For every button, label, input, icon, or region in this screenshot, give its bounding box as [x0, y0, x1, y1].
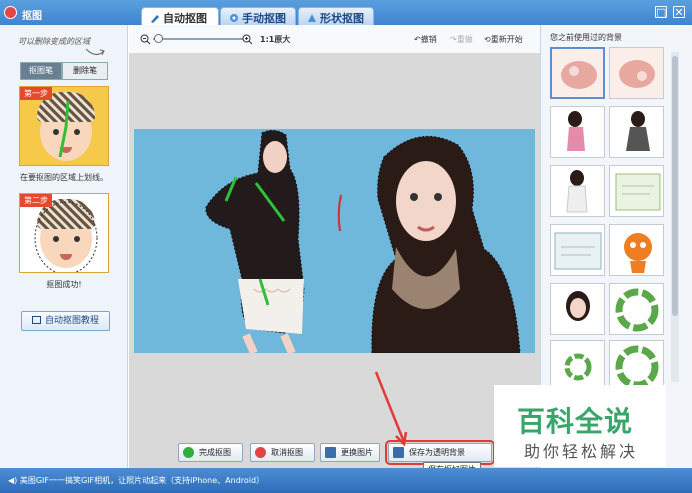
- bg-thumb-7[interactable]: [550, 224, 605, 276]
- step1-caption: 在要抠图的区域上划线。: [20, 173, 108, 182]
- zoom-slider-knob[interactable]: [154, 34, 163, 43]
- bg-thumb-8[interactable]: [609, 224, 664, 276]
- erase-mode-button[interactable]: 删除笔: [62, 62, 108, 80]
- finish-cutout-button[interactable]: 完成抠图: [178, 443, 243, 462]
- check-icon: [183, 447, 194, 458]
- zoom-in-icon[interactable]: [242, 34, 253, 47]
- bg-thumb-6[interactable]: [609, 165, 664, 217]
- restart-button[interactable]: ⟲重新开始: [484, 34, 523, 45]
- bg-thumb-1[interactable]: [550, 47, 605, 99]
- zoom-slider-track[interactable]: [153, 38, 243, 40]
- window-title: 抠图: [22, 11, 42, 22]
- photo-illustration: [205, 129, 521, 353]
- restore-button[interactable]: □: [655, 6, 667, 19]
- curved-arrow-icon: [85, 48, 105, 56]
- bg-thumb-2[interactable]: [609, 47, 664, 99]
- bg-thumb-9[interactable]: [550, 283, 605, 335]
- restart-icon: ⟲: [484, 35, 491, 44]
- step2-badge: 第二步: [20, 194, 52, 207]
- red-arrow-icon: [374, 371, 408, 447]
- undo-button[interactable]: ↶撤销: [414, 34, 437, 45]
- app-logo-icon: [4, 6, 17, 19]
- tutorial-button[interactable]: 自动抠图教程: [21, 311, 110, 331]
- bg-thumb-5[interactable]: [550, 165, 605, 217]
- shape-icon: [307, 13, 317, 23]
- cancel-icon: [255, 447, 266, 458]
- book-icon: [31, 316, 41, 324]
- redo-icon: ↷: [450, 35, 457, 44]
- image-icon: [325, 447, 336, 458]
- actual-size-button[interactable]: 1:1原大: [260, 34, 290, 45]
- step2-image: 第二步: [19, 193, 109, 273]
- bg-thumb-10[interactable]: [609, 283, 664, 335]
- status-bar: ◀) 美图GIF一一搞笑GIF相机，让照片动起来（支持iPhone、Androi…: [0, 468, 692, 493]
- left-panel: 可以删除变成的区域 抠图笔 删除笔 第一步 在要抠图的区域上划线。 第二步 抠图…: [0, 25, 128, 468]
- step1-image: 第一步: [19, 86, 109, 166]
- hint-text: 可以删除变成的区域: [18, 37, 90, 46]
- bg-thumb-3[interactable]: [550, 106, 605, 158]
- watermark-title: 百科全说: [517, 405, 634, 438]
- step1-badge: 第一步: [20, 87, 52, 100]
- bg-thumb-4[interactable]: [609, 106, 664, 158]
- watermark-subtitle: 助你轻松解决: [524, 442, 639, 461]
- thumb-scrollbar-handle[interactable]: [672, 56, 678, 316]
- cancel-cutout-button[interactable]: 取消抠图: [250, 443, 315, 462]
- redo-button[interactable]: ↷重做: [450, 34, 473, 45]
- tab-auto-cutout[interactable]: 自动抠图: [141, 7, 219, 25]
- undo-icon: ↶: [414, 35, 421, 44]
- step2-caption: 抠图成功!: [46, 280, 82, 289]
- canvas-toolbar: 1:1原大 ↶撤销 ↷重做 ⟲重新开始: [129, 25, 540, 53]
- gear-icon: [229, 13, 239, 23]
- title-bar: 抠图 自动抠图 手动抠图 形状抠图 □ ✕: [0, 0, 692, 25]
- save-icon: [393, 447, 404, 458]
- close-button[interactable]: ✕: [673, 6, 685, 19]
- speaker-icon: ◀): [8, 476, 18, 485]
- zoom-out-icon[interactable]: [140, 34, 151, 47]
- photo-canvas[interactable]: [134, 129, 535, 353]
- replace-image-button[interactable]: 更换图片: [320, 443, 380, 462]
- status-text[interactable]: ◀) 美图GIF一一搞笑GIF相机，让照片动起来（支持iPhone、Androi…: [8, 475, 264, 486]
- brush-mode-button[interactable]: 抠图笔: [20, 62, 62, 80]
- tab-shape-cutout[interactable]: 形状抠图: [298, 7, 374, 25]
- background-history-title: 您之前使用过的背景: [550, 33, 622, 42]
- brush-icon: [150, 13, 160, 23]
- tab-manual-cutout[interactable]: 手动抠图: [220, 7, 296, 25]
